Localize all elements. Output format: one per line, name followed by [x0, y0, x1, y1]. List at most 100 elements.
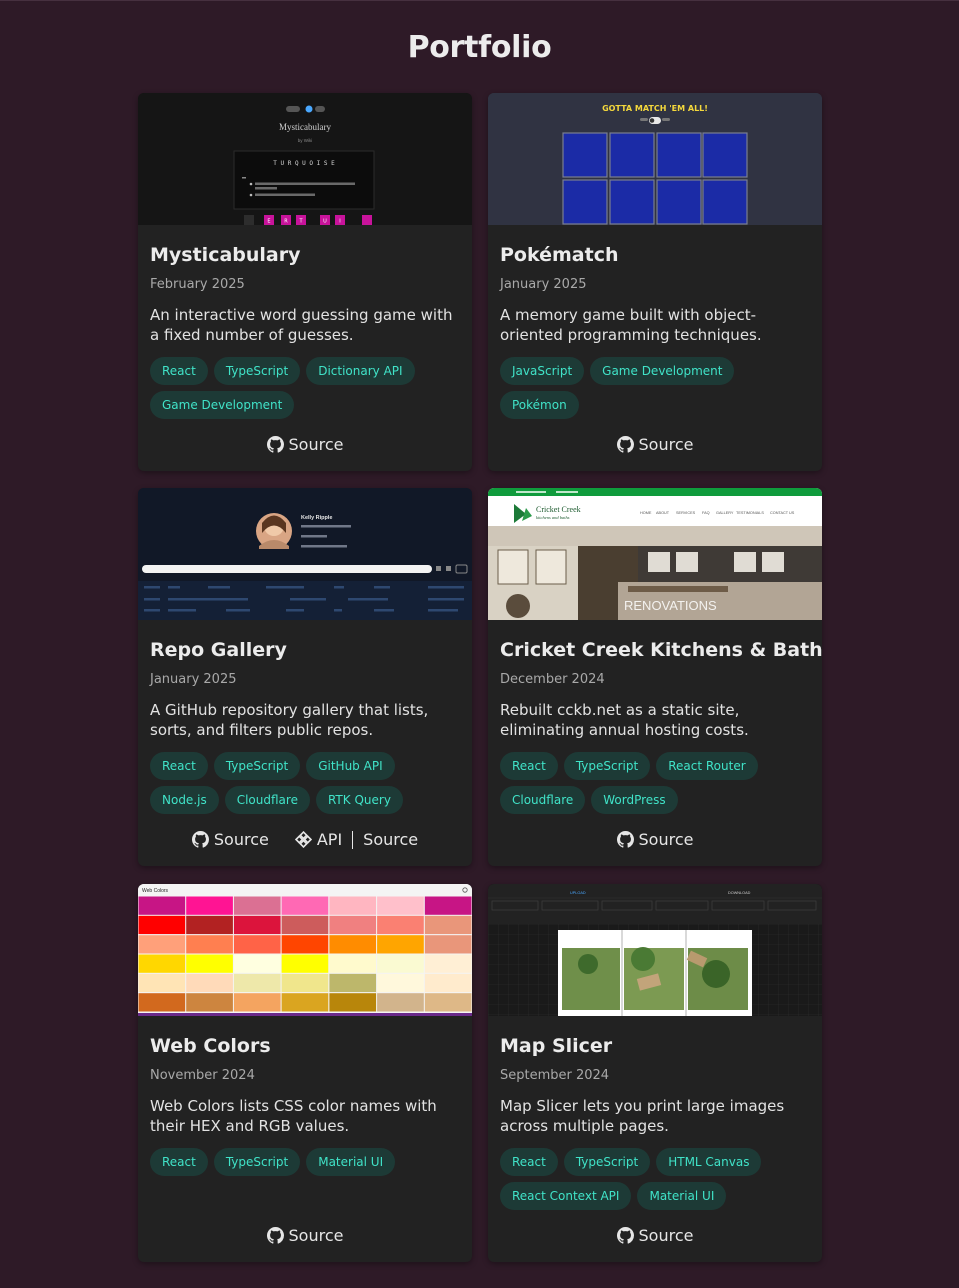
project-description: Web Colors lists CSS color names with th… — [150, 1097, 437, 1135]
tag[interactable]: React Router — [656, 752, 758, 780]
project-screenshot[interactable]: Mysticabulary by Wiki T U R Q U O I S E … — [138, 93, 472, 225]
github-icon — [616, 831, 634, 848]
color-swatch — [424, 954, 472, 973]
color-swatch — [281, 954, 329, 973]
thumb-brand-sub: kitchens and baths — [536, 515, 570, 520]
project-description: An interactive word guessing game with a… — [150, 306, 453, 344]
source-link[interactable]: Source — [266, 1226, 344, 1245]
api-icon — [294, 831, 312, 848]
tag[interactable]: React Context API — [500, 1182, 632, 1210]
project-title: Repo Gallery — [150, 639, 287, 661]
tag[interactable]: Cloudflare — [224, 786, 310, 814]
color-swatch — [424, 935, 472, 954]
color-swatch — [329, 973, 377, 993]
tag[interactable]: React — [150, 1148, 208, 1176]
tag[interactable]: HTML Canvas — [656, 1148, 762, 1176]
project-date: February 2025 — [150, 277, 245, 292]
tag[interactable]: Game Development — [590, 357, 735, 385]
color-swatch — [233, 954, 281, 973]
thumb-key: I — [339, 219, 340, 225]
tag[interactable]: React — [150, 752, 208, 780]
thumb-brand: Cricket Creek — [536, 505, 581, 514]
project-card-cricket-creek: Cricket Creek kitchens and baths HOME AB… — [488, 488, 822, 866]
project-screenshot[interactable]: Web Colors — [138, 884, 472, 1016]
project-screenshot[interactable]: Cricket Creek kitchens and baths HOME AB… — [488, 488, 822, 620]
project-card-map-slicer: UPLOAD DOWNLOAD Map Slicer September 202… — [488, 884, 822, 1262]
project-links: Source — [488, 1226, 822, 1245]
project-links: Source — [488, 435, 822, 454]
tag[interactable]: TypeScript — [213, 752, 301, 780]
color-swatch — [424, 993, 472, 1012]
tag[interactable]: React — [500, 1148, 558, 1176]
color-swatch — [424, 915, 472, 935]
color-swatch — [329, 896, 377, 915]
tag[interactable]: TypeScript — [213, 357, 301, 385]
top-edge — [0, 0, 959, 1]
project-date: November 2024 — [150, 1068, 255, 1083]
thumb-heading: Web Colors — [142, 888, 169, 894]
color-swatch — [377, 954, 424, 973]
source-link-label: Source — [638, 1226, 694, 1245]
project-links: Source — [138, 1226, 472, 1245]
tag[interactable]: WordPress — [591, 786, 678, 814]
project-links: Source API Source — [138, 830, 472, 849]
source-link[interactable]: Source — [616, 830, 694, 849]
project-screenshot[interactable]: UPLOAD DOWNLOAD — [488, 884, 822, 1016]
source-link-label: Source — [638, 435, 694, 454]
color-swatch — [186, 954, 233, 973]
tag[interactable]: Material UI — [306, 1148, 396, 1176]
source-link-label: Source — [638, 830, 694, 849]
tag[interactable]: React — [150, 357, 208, 385]
source-link[interactable]: Source — [191, 830, 269, 849]
tag[interactable]: Material UI — [637, 1182, 727, 1210]
source-link[interactable]: Source — [616, 1226, 694, 1245]
project-card-pokematch: GOTTA MATCH 'EM ALL! Pokématch January 2… — [488, 93, 822, 471]
thumb-download: DOWNLOAD — [728, 891, 751, 895]
source-link[interactable]: Source — [616, 435, 694, 454]
thumb-word: T U R Q U O I S E — [273, 160, 335, 167]
api-source-link[interactable]: Source — [363, 830, 418, 849]
tag[interactable]: JavaScript — [500, 357, 585, 385]
tag-list: React TypeScript GitHub API Node.js Clou… — [150, 752, 466, 814]
color-swatch — [186, 993, 233, 1012]
thumb-upload: UPLOAD — [570, 891, 586, 895]
tag[interactable]: React — [500, 752, 558, 780]
color-swatch — [281, 896, 329, 915]
project-title: Mysticabulary — [150, 244, 301, 266]
tag[interactable]: Cloudflare — [500, 786, 586, 814]
tag[interactable]: Dictionary API — [306, 357, 415, 385]
thumb-key: E — [267, 219, 270, 225]
project-card-web-colors: Web Colors Web Colors November 2024 Web … — [138, 884, 472, 1262]
color-swatch — [377, 935, 424, 954]
tag[interactable]: TypeScript — [213, 1148, 301, 1176]
project-description: Map Slicer lets you print large images a… — [500, 1097, 785, 1135]
color-swatch — [329, 915, 377, 935]
tag[interactable]: Game Development — [150, 391, 295, 419]
tag[interactable]: RTK Query — [315, 786, 403, 814]
tag[interactable]: Node.js — [150, 786, 219, 814]
thumb-nav: SERVICES — [676, 511, 696, 515]
thumb-nav: HOME — [640, 511, 652, 515]
color-swatch — [186, 973, 233, 993]
tag[interactable]: Pokémon — [500, 391, 579, 419]
color-swatch — [281, 915, 329, 935]
project-description: A memory game built with object-oriented… — [500, 306, 762, 344]
tag-list: React TypeScript Dictionary API Game Dev… — [150, 357, 466, 419]
project-screenshot[interactable]: GOTTA MATCH 'EM ALL! — [488, 93, 822, 225]
source-link-label: Source — [288, 1226, 344, 1245]
tag[interactable]: TypeScript — [563, 1148, 651, 1176]
api-link[interactable]: API — [294, 830, 342, 849]
source-link-label: Source — [213, 830, 269, 849]
color-swatch — [281, 993, 329, 1012]
color-swatch — [138, 915, 186, 935]
tag[interactable]: GitHub API — [306, 752, 395, 780]
color-swatch — [281, 973, 329, 993]
project-title: Cricket Creek Kitchens & Baths — [500, 639, 822, 661]
project-date: January 2025 — [150, 672, 237, 687]
color-swatch — [233, 896, 281, 915]
color-swatch — [138, 993, 186, 1012]
source-link[interactable]: Source — [266, 435, 343, 454]
thumb-nav: CONTACT US — [770, 511, 795, 515]
tag[interactable]: TypeScript — [563, 752, 651, 780]
project-screenshot[interactable]: Kelly Ripple — [138, 488, 472, 620]
